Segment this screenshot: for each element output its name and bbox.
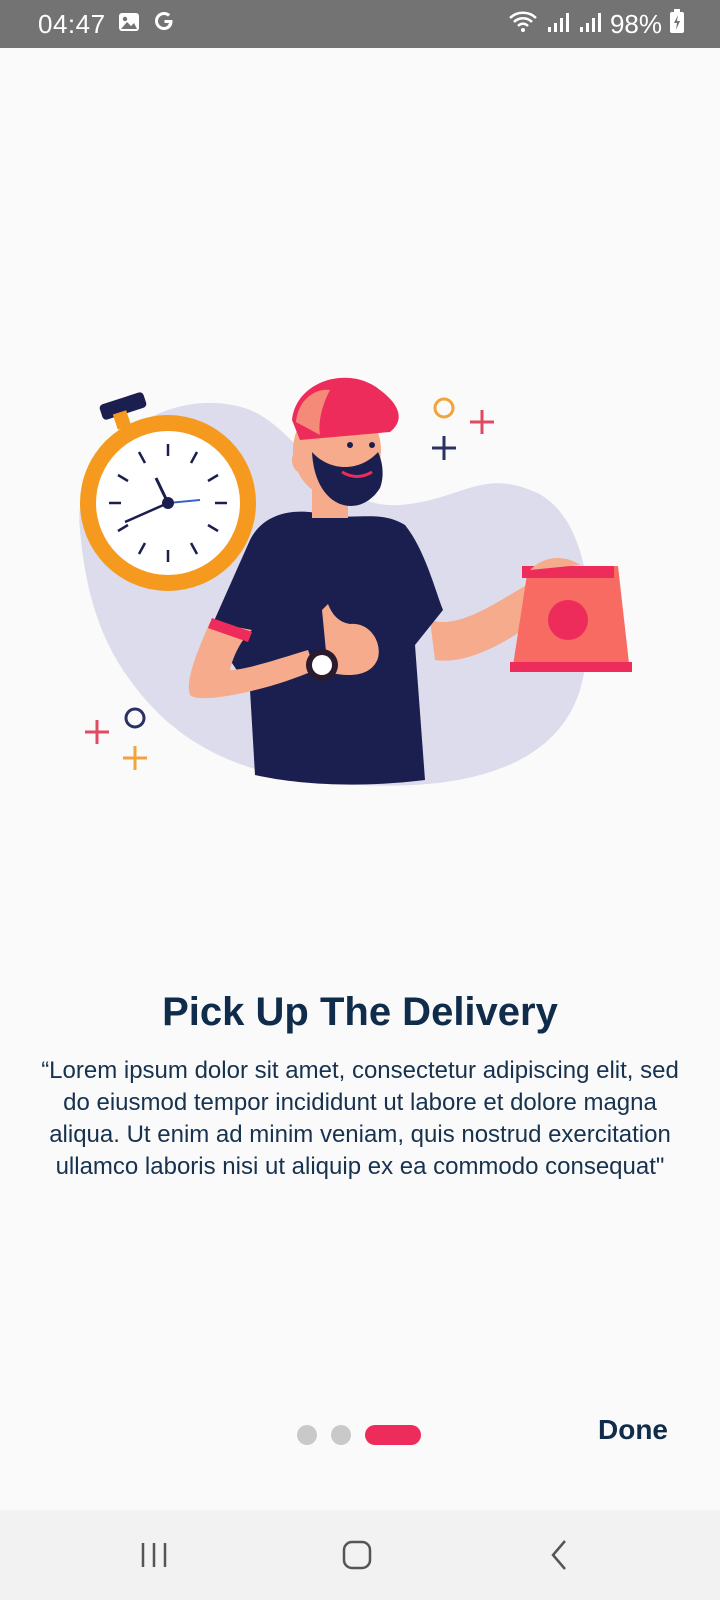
recent-apps-button[interactable] (124, 1530, 184, 1580)
page-indicator (297, 1425, 421, 1445)
battery-charging-icon (670, 8, 684, 40)
battery-percentage: 98% (609, 8, 662, 39)
recent-apps-icon (141, 1543, 167, 1567)
signal-icon (546, 9, 570, 40)
back-icon (551, 1540, 566, 1570)
status-time: 04:47 (38, 8, 106, 39)
status-bar: 04:47 98% (0, 0, 720, 48)
onboarding-description: “Lorem ipsum dolor sit amet, consectetur… (41, 1057, 679, 1180)
done-button[interactable]: Done (598, 1414, 668, 1446)
signal-icon (578, 9, 602, 40)
page-dot-3-active[interactable] (365, 1425, 421, 1445)
page-dot-2[interactable] (331, 1425, 351, 1445)
page-dot-1[interactable] (297, 1425, 317, 1445)
home-icon (342, 1540, 372, 1570)
status-left: 04:47 (38, 9, 176, 40)
google-icon (152, 9, 176, 40)
image-icon (118, 9, 140, 40)
delivery-package (510, 558, 632, 672)
back-button[interactable] (530, 1530, 590, 1580)
status-right: 98% (508, 8, 684, 40)
delivery-illustration (60, 360, 660, 800)
home-button[interactable] (327, 1530, 387, 1580)
system-nav-bar (0, 1510, 720, 1600)
wifi-icon (508, 9, 538, 40)
onboarding-title: Pick Up The Delivery (162, 990, 558, 1034)
